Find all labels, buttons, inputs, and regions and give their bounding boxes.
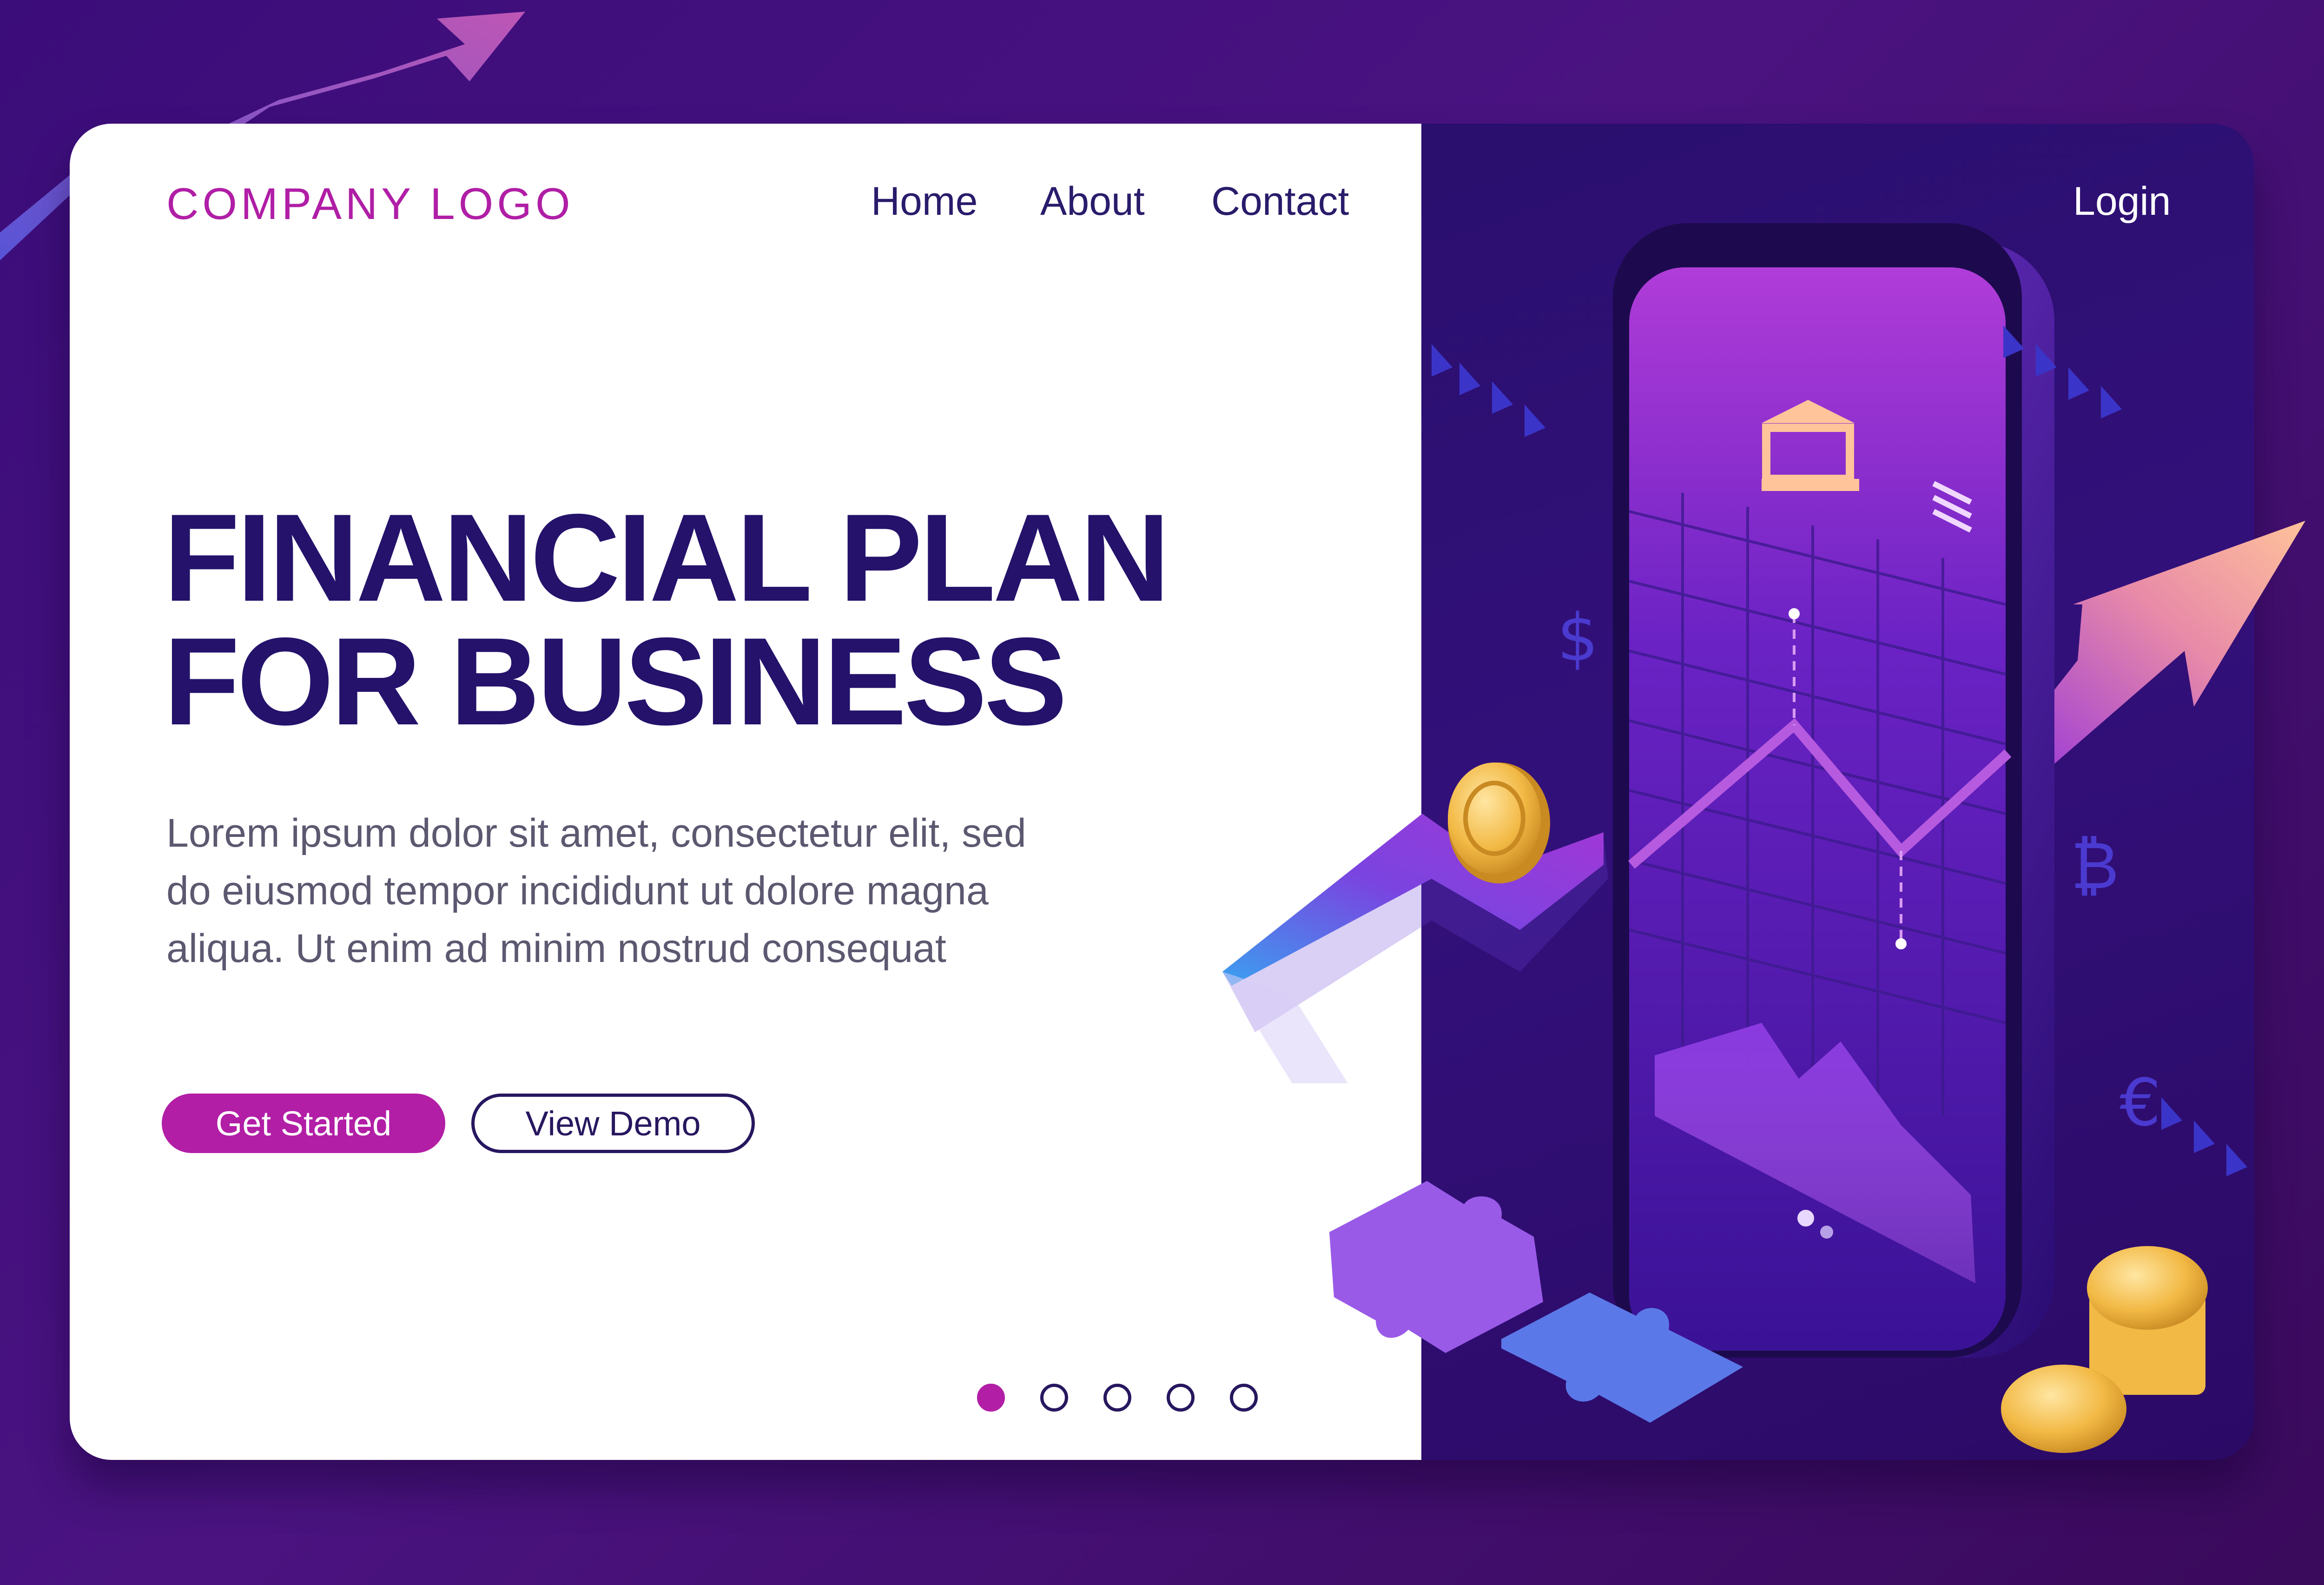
company-logo[interactable]: COMPANY LOGO — [166, 179, 574, 230]
landing-card: COMPANY LOGO Home About Contact Login FI… — [70, 124, 2254, 1460]
pagination-dot-3[interactable] — [1103, 1384, 1131, 1412]
nav-about-link[interactable]: About — [1040, 179, 1145, 225]
pagination-dot-4[interactable] — [1167, 1384, 1195, 1412]
hero-title-line-1: FINANCIAL PLAN — [164, 488, 1170, 627]
hero-description: Lorem ipsum dolor sit amet, consectetur … — [166, 811, 1026, 971]
pagination-dot-2[interactable] — [1040, 1384, 1068, 1412]
pagination-dot-1[interactable] — [977, 1384, 1005, 1412]
view-demo-button[interactable]: View Demo — [471, 1094, 755, 1153]
hero-title: FINANCIAL PLAN FOR BUSINESS — [164, 488, 1279, 751]
get-started-button[interactable]: Get Started — [162, 1094, 445, 1153]
hero-title-line-2: FOR BUSINESS — [164, 611, 1067, 751]
nav-contact-link[interactable]: Contact — [1211, 179, 1349, 225]
nav-home-link[interactable]: Home — [871, 179, 977, 225]
carousel-pagination — [977, 1384, 1258, 1412]
login-link[interactable]: Login — [2073, 179, 2171, 225]
content-panel — [70, 124, 1421, 1460]
illustration-panel — [1421, 124, 2254, 1460]
pagination-dot-5[interactable] — [1230, 1384, 1258, 1412]
